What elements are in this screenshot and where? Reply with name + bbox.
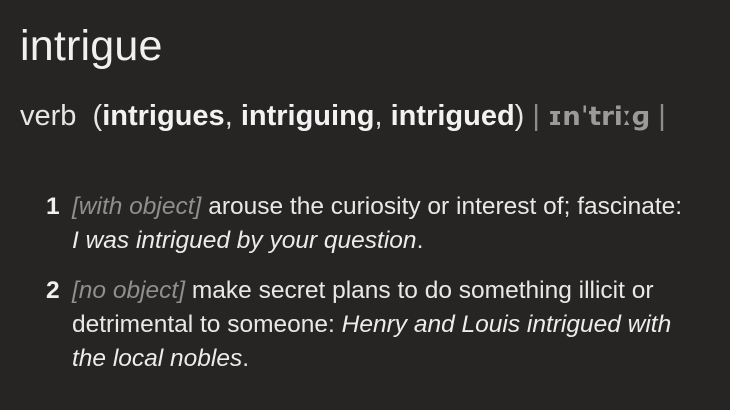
sense-definition: arouse the curiosity or interest of; fas… — [208, 193, 683, 220]
forms-open-paren: ( — [92, 100, 103, 132]
sense-number: 1 — [46, 193, 60, 220]
grammar-label: [no object] — [72, 277, 186, 304]
grammar-line: verb (intrigues, intriguing, intrigued) … — [20, 100, 666, 132]
example-period: . — [242, 345, 250, 372]
inflection-form: intriguing — [240, 100, 375, 132]
pronunciation-separator-left: | — [532, 100, 540, 132]
grammar-label: [with object] — [72, 193, 202, 220]
pronunciation-separator-right: | — [658, 100, 666, 132]
example-sentence: I was intrigued by your question — [72, 227, 417, 254]
headword: intrigue — [20, 22, 163, 70]
dictionary-entry-panel: intrigue verb (intrigues, intriguing, in… — [0, 0, 730, 410]
forms-close-paren: ) — [514, 100, 525, 132]
sense-list: 1 [with object] arouse the curiosity or … — [46, 190, 686, 392]
sense-number: 2 — [46, 277, 60, 304]
sense-item: 2 [no object] make secret plans to do so… — [46, 274, 686, 376]
sense-item: 1 [with object] arouse the curiosity or … — [46, 190, 686, 258]
part-of-speech: verb — [20, 100, 77, 132]
pronunciation: ɪnˈtriːɡ — [548, 102, 651, 132]
inflection-form: intrigues — [102, 100, 225, 132]
example-period: . — [416, 227, 424, 254]
inflection-form: intrigued — [390, 100, 515, 132]
